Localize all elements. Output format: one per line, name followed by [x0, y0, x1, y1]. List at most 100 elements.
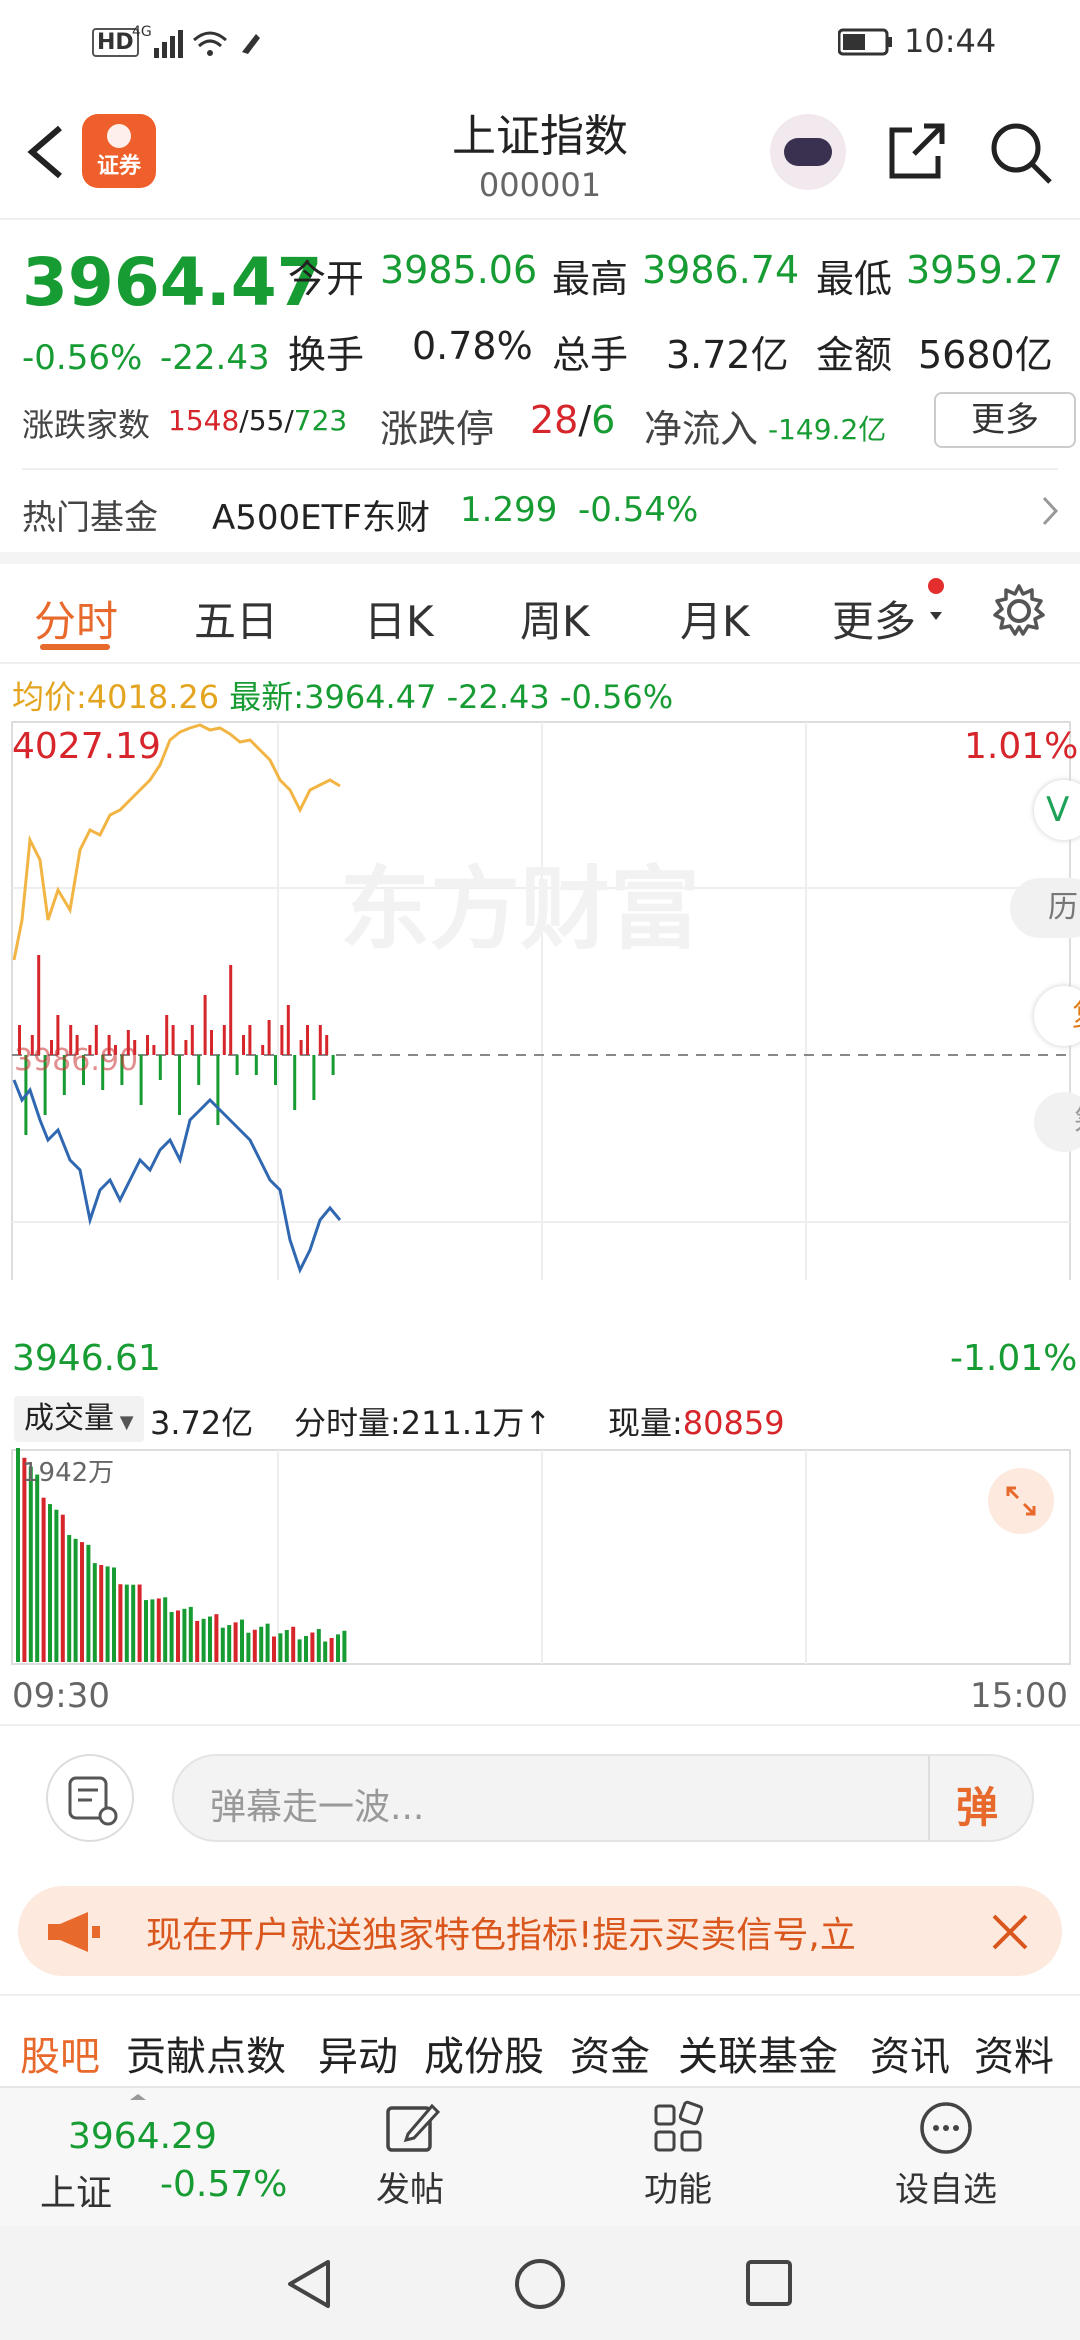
promo-banner[interactable]: 现在开户就送独家特色指标!提示买卖信号,立	[18, 1886, 1062, 1976]
tab-news[interactable]: 资讯	[870, 2024, 950, 2082]
tab-forum[interactable]: 股吧	[20, 2024, 100, 2082]
volume-bar	[297, 1639, 302, 1662]
volume-bar	[246, 1632, 251, 1662]
volume-bar	[233, 1622, 238, 1662]
tab-constituents[interactable]: 成份股	[424, 2024, 544, 2082]
danmaku-toggle-button[interactable]	[46, 1754, 134, 1842]
intraday-volume-bar	[152, 1045, 156, 1055]
tab-profile[interactable]: 资料	[974, 2024, 1054, 2082]
system-nav-bar	[0, 2226, 1080, 2340]
volume-bar	[214, 1614, 219, 1662]
tab-weekly-k[interactable]: 周K	[520, 588, 590, 649]
change-percent: -0.56%	[22, 338, 143, 378]
watermark-text: 东方财富	[340, 857, 700, 962]
intraday-chart: 均价:4018.26 最新:3964.47 -22.43 -0.56% 东方财富…	[0, 656, 1080, 1726]
tab-five-day[interactable]: 五日	[194, 588, 278, 649]
volume-bar	[259, 1626, 264, 1662]
volume-bar	[195, 1620, 200, 1662]
volume-bar	[323, 1641, 328, 1662]
back-icon[interactable]	[22, 122, 68, 182]
volume-bar	[112, 1567, 116, 1662]
volume-bar	[329, 1637, 334, 1662]
svg-text:4G: 4G	[132, 24, 152, 40]
volume-bar	[48, 1504, 52, 1662]
volume-bar	[310, 1632, 315, 1662]
pct-axis-top: 1.01%	[964, 726, 1079, 767]
tab-monthly-k[interactable]: 月K	[680, 588, 750, 649]
comment-input[interactable]: 弹幕走一波... 弹	[172, 1754, 1034, 1842]
promo-text: 现在开户就送独家特色指标!提示买卖信号,立	[146, 1915, 856, 1956]
y-axis-bottom: 3946.61	[12, 1338, 161, 1379]
close-icon[interactable]	[988, 1910, 1032, 1954]
tab-movements[interactable]: 异动	[318, 2024, 398, 2082]
volume-bar	[252, 1629, 257, 1662]
assistant-avatar-icon[interactable]	[770, 114, 846, 190]
volume-bar	[272, 1636, 276, 1662]
intraday-volume-bar	[37, 955, 41, 1055]
fund-change: -0.54%	[578, 490, 699, 530]
low-label: 最低	[816, 257, 893, 301]
intraday-volume-bar	[267, 1020, 271, 1055]
intraday-volume-bar	[139, 1055, 143, 1105]
volume-selector[interactable]: 成交量 ▼	[14, 1396, 144, 1442]
nav-home-icon[interactable]	[512, 2256, 568, 2312]
danmaku-send-icon[interactable]: 弹	[956, 1774, 998, 1835]
function-button[interactable]: 功能	[618, 2098, 738, 2222]
volume-bar	[150, 1599, 155, 1662]
settings-gear-icon[interactable]	[990, 582, 1048, 640]
volume-bar	[176, 1610, 180, 1662]
add-watchlist-button[interactable]: 设自选	[886, 2098, 1006, 2222]
app-logo[interactable]: 证券	[82, 114, 156, 188]
volume-bar	[278, 1633, 283, 1662]
open-value: 3985.06	[380, 248, 538, 292]
post-button[interactable]: 发帖	[350, 2098, 470, 2222]
tab-contribution[interactable]: 贡献点数	[126, 2024, 286, 2082]
pct-axis-bottom: -1.01%	[950, 1338, 1078, 1379]
battery-icon	[838, 28, 892, 56]
amount-label: 金额	[816, 333, 893, 377]
tab-intraday[interactable]: 分时	[34, 588, 118, 649]
index-ticker[interactable]: 3964.29 上证 -0.57%	[0, 2088, 300, 2228]
chart-summary: 均价:4018.26 最新:3964.47 -22.43 -0.56%	[12, 678, 674, 716]
volume-bar	[16, 1448, 20, 1662]
intraday-volume-bar	[210, 1030, 213, 1055]
caret-down-icon	[930, 612, 942, 620]
limit-values: 28/6	[530, 398, 616, 442]
volume-bar	[73, 1538, 78, 1662]
volume-max-label: 1942万	[22, 1458, 115, 1488]
volume-bar	[86, 1544, 91, 1662]
page-title: 上证指数	[452, 111, 628, 162]
volume-bar	[144, 1600, 148, 1662]
fund-price: 1.299	[460, 490, 558, 530]
intraday-volume-bar	[203, 995, 207, 1055]
tab-capital[interactable]: 资金	[570, 2024, 650, 2082]
turnover-value: 0.78%	[412, 324, 533, 368]
volume-bar	[41, 1497, 46, 1662]
high-value: 3986.74	[642, 248, 800, 292]
intraday-volume-bar	[242, 1035, 245, 1055]
tab-more[interactable]: 更多	[832, 588, 916, 649]
stock-code: 000001	[478, 166, 602, 204]
search-icon[interactable]	[988, 120, 1054, 186]
share-icon[interactable]	[884, 120, 948, 184]
volume-plot[interactable]	[0, 1448, 1080, 1672]
total-volume: 3.72亿	[150, 1404, 254, 1442]
tab-related-funds[interactable]: 关联基金	[678, 2024, 838, 2082]
volume-bar	[105, 1566, 110, 1662]
tab-daily-k[interactable]: 日K	[364, 588, 434, 649]
volume-bar	[182, 1608, 187, 1662]
grid-icon	[654, 2100, 704, 2152]
more-quote-button[interactable]: 更多	[934, 392, 1076, 448]
volume-bar	[118, 1584, 123, 1662]
expand-chart-button[interactable]	[988, 1468, 1054, 1534]
nav-back-icon[interactable]	[282, 2256, 334, 2312]
limit-label: 涨跌停	[380, 407, 495, 451]
price-plot[interactable]: 东方财富 3986.90	[0, 720, 1080, 1280]
divider	[0, 1994, 1080, 1996]
nav-recents-icon[interactable]	[744, 2258, 794, 2308]
hot-fund-row[interactable]: 热门基金 A500ETF东财 1.299 -0.54%	[0, 470, 1080, 552]
side-button-history[interactable]: 历	[1010, 878, 1080, 938]
top-bar: 证券 上证指数 000001	[0, 84, 1080, 220]
intraday-volume-bar	[306, 1025, 309, 1055]
open-label: 今开	[288, 257, 365, 301]
